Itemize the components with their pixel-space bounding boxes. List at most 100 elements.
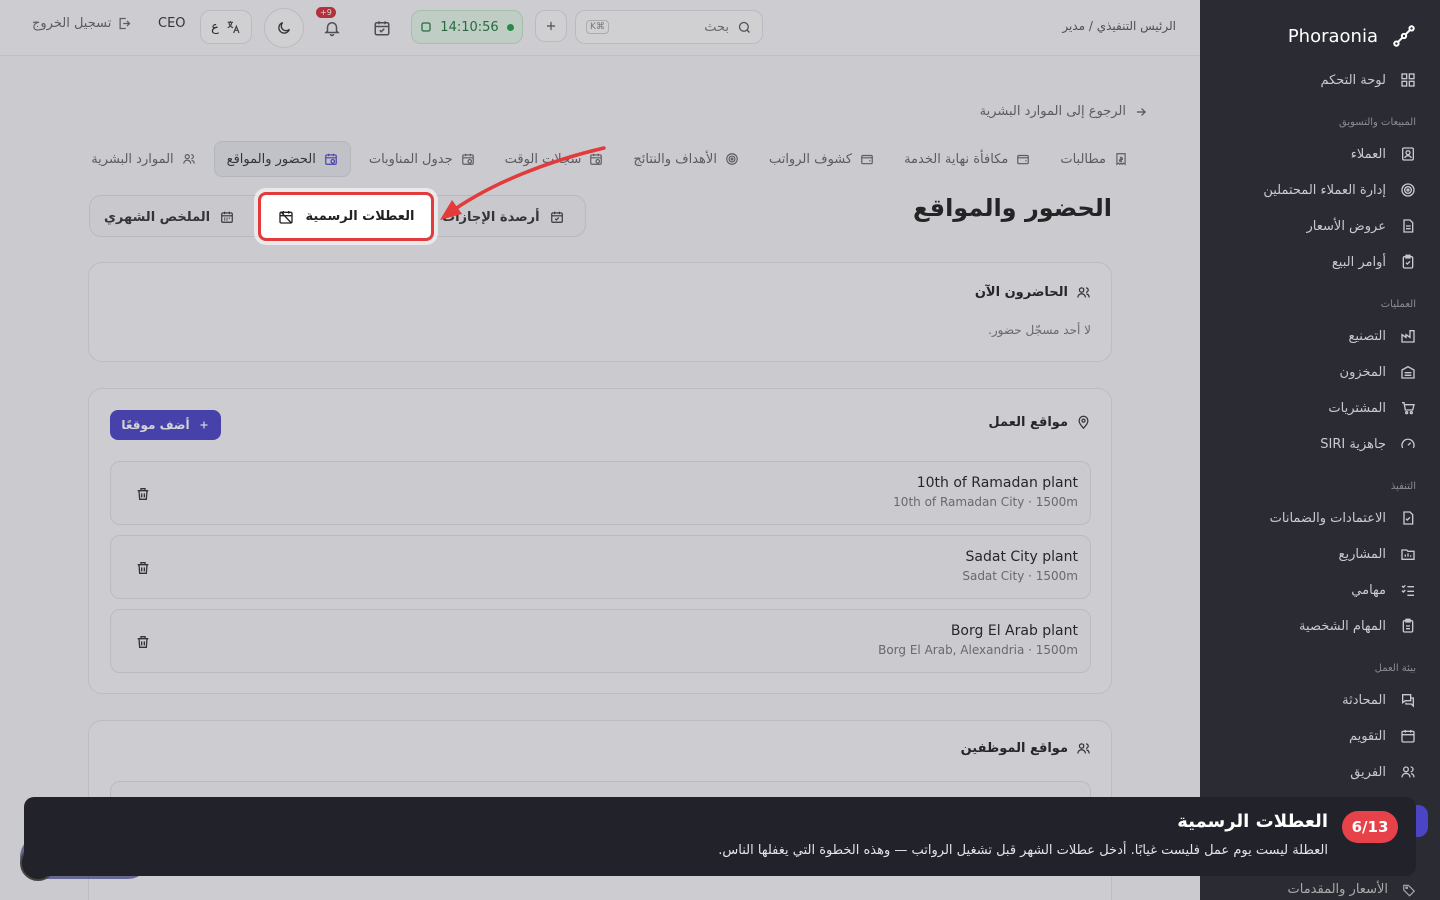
present-now-card: الحاضرون الآن لا أحد مسجّل حضور. [88,262,1112,362]
wallet-icon [861,154,873,165]
sidebar-item-projects[interactable]: المشاريع [1200,536,1440,572]
quotes-icon [1403,219,1414,233]
trash-icon[interactable] [135,560,151,576]
tab-label: كشوف الرواتب [768,151,853,167]
sidebar-item-customers[interactable]: العملاء [1200,136,1440,172]
sidebar-item-pricing[interactable]: الأسعار والمقدمات [1288,882,1417,897]
sidebar-item-leads[interactable]: إدارة العملاء المحتملين [1200,172,1440,208]
users-icon [1077,287,1090,298]
add-location-button[interactable]: أضف موقعًا [110,410,221,440]
theme-toggle[interactable] [264,8,304,48]
attendance-clock[interactable]: 14:10:56 [411,10,523,44]
language-switch[interactable]: ع [200,10,252,44]
sidebar-item-label: الأسعار والمقدمات [1287,882,1389,897]
tab-hr[interactable]: الموارد البشرية [79,141,207,177]
clipboard-icon [1402,618,1414,633]
factory-icon [1401,330,1415,343]
add-button[interactable] [535,10,567,42]
sidebar: Phoraonia لوحة التحكم المبيعات والتسويق … [1200,0,1440,900]
sidebar-item-quotes[interactable]: عروض الأسعار [1200,208,1440,244]
language-label: ع [211,19,219,35]
tab-label: الحضور والمواقع [226,151,316,167]
sidebar-section-sales: المبيعات والتسويق [1339,117,1416,128]
sidebar-item-personal-tasks[interactable]: المهام الشخصية [1200,608,1440,644]
arrow-head [440,200,462,220]
online-dot [506,23,514,31]
tab-payroll[interactable]: كشوف الرواتب [757,141,886,177]
clock-time: 14:10:56 [440,19,499,35]
notification-badge: +9 [316,7,336,18]
logout-link[interactable]: تسجيل الخروج [32,16,132,31]
tab-attendance[interactable]: الحضور والمواقع [213,141,351,177]
sidebar-item-label: مهامي [1351,582,1386,598]
tab-goals[interactable]: الأهداف والنتائج [621,141,751,177]
sidebar-item-label: الاعتمادات والضمانات [1269,510,1386,526]
sidebar-item-calendar[interactable]: التقويم [1200,718,1440,754]
user-name[interactable]: CEO [158,16,186,31]
sidebar-item-label: التقويم [1348,728,1386,744]
sidebar-item-label: العملاء [1350,146,1386,162]
logout-label: تسجيل الخروج [32,16,112,31]
sidebar-item-siri[interactable]: جاهزية SIRI [1200,426,1440,462]
subtab-official-holidays[interactable]: العطلات الرسمية [258,192,434,241]
sidebar-item-label: الفريق [1350,764,1386,780]
trash-icon[interactable] [135,486,151,502]
tour-pointer-arrow [440,146,606,220]
sidebar-item-chat[interactable]: المحادثة [1200,682,1440,718]
subtab-label: العطلات الرسمية [305,209,415,224]
tab-label: الموارد البشرية [91,151,174,167]
present-now-title: الحاضرون الآن [975,285,1091,300]
sidebar-item-label: التصنيع [1348,328,1386,344]
wallet-icon [1017,154,1030,165]
trash-icon[interactable] [135,634,151,650]
tab-label: مكافأة نهاية الخدمة [904,151,1009,167]
receipt-icon [1116,153,1126,166]
calendar-icon [1401,730,1415,743]
location-name: Sadat City plant [965,549,1078,565]
plus-icon [546,21,556,31]
card-title-label: مواقع الموظفين [960,741,1068,756]
calendar-check-icon [374,21,390,36]
document-icon [1403,511,1414,525]
brand[interactable]: Phoraonia [1200,0,1440,62]
tab-eos[interactable]: مكافأة نهاية الخدمة [892,141,1042,177]
subtab-monthly-summary[interactable]: الملخص الشهري [104,202,234,232]
back-link[interactable]: الرجوع إلى الموارد البشرية [980,104,1148,119]
search-box[interactable]: K⌘ بحث [575,10,763,44]
sidebar-item-orders[interactable]: أوامر البيع [1200,244,1440,280]
sidebar-item-credits[interactable]: الاعتمادات والضمانات [1200,500,1440,536]
brand-name: Phoraonia [1287,25,1378,47]
sidebar-item-team[interactable]: الفريق [1200,754,1440,790]
bell-icon [324,22,340,37]
sidebar-item-manufacturing[interactable]: التصنيع [1200,318,1440,354]
calendar-icon [221,211,233,223]
calendar-button[interactable] [366,12,398,44]
user-role-label: الرئيس التنفيذي / مدير [1062,19,1176,33]
location-details: 10th of Ramadan City · 1500m [893,495,1078,509]
leads-icon [1401,183,1415,197]
projects-icon [1401,549,1415,560]
sidebar-item-dashboard[interactable]: لوحة التحكم [1200,62,1440,98]
location-details: Sadat City · 1500m [962,569,1078,583]
tab-claims[interactable]: مطالبات [1048,141,1140,177]
stop-square-icon [421,22,431,32]
tag-icon [1403,884,1416,897]
card-title-label: مواقع العمل [988,415,1068,430]
card-title-label: الحاضرون الآن [974,285,1068,300]
sidebar-item-purchases[interactable]: المشتريات [1200,390,1440,426]
location-row: Borg El Arab plant Borg El Arab, Alexand… [110,609,1091,673]
gauge-icon [1401,438,1415,449]
dashboard-icon [1401,73,1415,87]
target-icon [726,153,738,165]
sidebar-item-inventory[interactable]: المخزون [1200,354,1440,390]
sidebar-item-my-tasks[interactable]: مهامي [1200,572,1440,608]
back-link-label: الرجوع إلى الموارد البشرية [979,104,1126,119]
team-icon [1401,766,1415,778]
sidebar-item-label: أوامر البيع [1331,254,1386,270]
sidebar-item-label: إدارة العملاء المحتملين [1263,182,1386,198]
arrow-shaft [446,146,606,216]
tour-step-counter: 6/13 [1342,811,1398,843]
